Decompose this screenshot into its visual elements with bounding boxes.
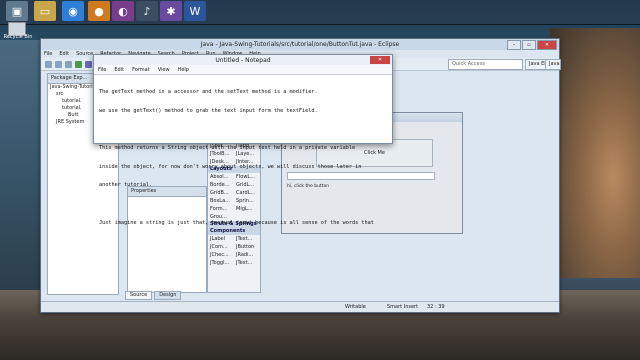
status-bar: Writable Smart Insert 32 : 39 bbox=[41, 301, 559, 312]
notepad-menu-edit[interactable]: Edit bbox=[114, 67, 124, 73]
minimize-button[interactable]: – bbox=[507, 40, 521, 50]
palette-item[interactable]: JToggl... bbox=[208, 259, 234, 267]
eclipse-title: Java - Java-Swing-Tutorials/src/tutorial… bbox=[200, 41, 400, 48]
palette-item[interactable]: JChec... bbox=[208, 251, 234, 259]
firefox-icon[interactable]: ● bbox=[88, 1, 110, 21]
notepad-menu-view[interactable]: View bbox=[158, 67, 170, 73]
text-line: inside the object, for now don't worry a… bbox=[99, 163, 362, 170]
print-icon[interactable] bbox=[65, 60, 72, 68]
text-line bbox=[99, 201, 387, 207]
source-tab[interactable]: Source bbox=[125, 291, 153, 300]
perspective-java[interactable]: Java bbox=[545, 59, 561, 70]
design-tab[interactable]: Design bbox=[154, 291, 182, 300]
palette-item[interactable]: JRadi... bbox=[234, 251, 260, 259]
palette-row[interactable]: JToggl... JText... bbox=[208, 259, 260, 267]
maximize-button[interactable]: ▫ bbox=[522, 40, 536, 50]
text-line: Just imagine a string is just that, text… bbox=[99, 219, 374, 226]
editor-tabs: Source Design bbox=[125, 291, 182, 300]
palette-item[interactable]: JText... bbox=[234, 259, 260, 267]
menu-source[interactable]: Source bbox=[76, 51, 93, 57]
palette-item[interactable]: JButton bbox=[234, 243, 260, 251]
status-cursor-position: 32 : 39 bbox=[427, 304, 445, 310]
quick-access-input[interactable]: Quick Access bbox=[448, 59, 523, 70]
music-icon[interactable]: ♪ bbox=[136, 1, 158, 21]
notepad-text-area[interactable]: The getText method is a accessor and the… bbox=[94, 75, 392, 240]
menu-file[interactable]: File bbox=[44, 51, 52, 57]
taskbar: ▣ ▭ ◉ ● ◐ ♪ ✱ W bbox=[0, 0, 640, 25]
status-insert-mode: Smart Insert bbox=[387, 304, 419, 310]
menu-edit[interactable]: Edit bbox=[59, 51, 69, 57]
text-line: we use the getText() method to grab the … bbox=[99, 108, 318, 115]
close-button[interactable]: ✕ bbox=[537, 40, 557, 50]
settings-icon[interactable]: ✱ bbox=[160, 1, 182, 21]
notepad-menu-format[interactable]: Format bbox=[132, 67, 150, 73]
notepad-menu-file[interactable]: File bbox=[98, 67, 106, 73]
folder-icon[interactable]: ▭ bbox=[34, 1, 56, 21]
file-explorer-icon[interactable]: ▣ bbox=[6, 1, 28, 21]
notepad-close-button[interactable]: ✕ bbox=[370, 56, 390, 64]
desktop-background-rocks bbox=[550, 28, 640, 278]
palette-item[interactable]: JCom... bbox=[208, 243, 234, 251]
eclipse-icon[interactable]: ◐ bbox=[112, 1, 134, 21]
desktop-background-left bbox=[0, 40, 40, 300]
save-icon[interactable] bbox=[55, 60, 62, 68]
text-line: The getText method is a accessor and the… bbox=[99, 89, 318, 96]
notepad-menubar: File Edit Format View Help bbox=[94, 65, 392, 75]
status-writable: Writable bbox=[345, 304, 366, 310]
notepad-title: Untitled - Notepad bbox=[215, 56, 271, 64]
notepad-titlebar[interactable]: Untitled - Notepad ✕ bbox=[94, 55, 392, 65]
chrome-icon[interactable]: ◉ bbox=[62, 1, 84, 21]
word-icon[interactable]: W bbox=[184, 1, 206, 21]
palette-row[interactable]: JCom... JButton bbox=[208, 243, 260, 251]
text-line bbox=[99, 127, 387, 133]
text-line: another tutorial. bbox=[99, 182, 153, 189]
eclipse-titlebar[interactable]: Java - Java-Swing-Tutorials/src/tutorial… bbox=[41, 39, 559, 50]
recycle-bin-label: Recycle Bin bbox=[3, 34, 33, 40]
run-icon[interactable] bbox=[75, 60, 82, 68]
notepad-menu-help[interactable]: Help bbox=[178, 67, 189, 73]
text-line: This method returns a String object with… bbox=[99, 145, 356, 152]
notepad-window: Untitled - Notepad ✕ File Edit Format Vi… bbox=[93, 54, 393, 226]
palette-row[interactable]: JChec... JRadi... bbox=[208, 251, 260, 259]
debug-icon[interactable] bbox=[85, 60, 92, 68]
new-icon[interactable] bbox=[45, 60, 52, 68]
